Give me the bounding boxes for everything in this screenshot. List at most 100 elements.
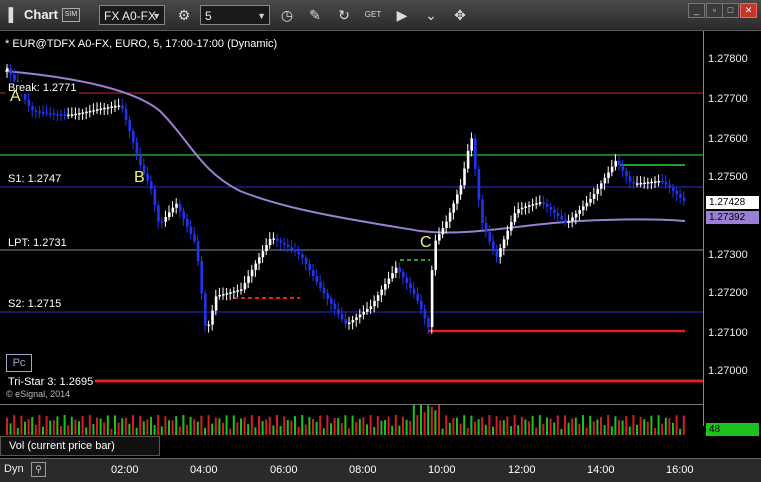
level-lpt-label: LPT: 1.2731 [6,237,69,249]
volume-bar [67,425,70,435]
volume-bar [513,415,516,435]
maximize-button[interactable]: □ [722,3,739,18]
volume-bar [682,415,685,435]
volume-bar [672,422,674,435]
volume-bar [621,420,624,435]
candle-body [387,278,391,284]
candle-body [672,187,675,191]
volume-bar [142,421,145,435]
volume-bar [571,418,574,435]
candle-body [675,190,679,195]
volume-bar [470,415,473,435]
volume-bar [675,415,678,435]
volume-bar [654,427,656,435]
volume-bar [373,426,376,435]
candle-body [182,211,185,220]
candle-body [301,254,304,258]
refresh-icon[interactable]: ↻ [334,5,354,25]
cursor-icon[interactable]: ✥ [450,5,470,25]
candle-body [448,212,452,222]
close-button[interactable]: ✕ [740,3,757,18]
interval-field[interactable]: 5 ▼ [200,5,270,25]
get-icon[interactable]: GET [363,5,383,25]
candle-body [592,194,596,199]
price-label: 1.27200 [708,287,748,299]
volume-bar [632,415,635,435]
symbol-field[interactable]: FX A0-FX ▼ [99,5,165,25]
volume-bar [189,416,192,435]
candle-body [222,294,225,296]
candle-body [319,281,322,288]
candle-body [258,257,261,264]
candle-body [394,267,398,274]
volume-bar [42,426,44,435]
candle-body [589,198,592,203]
candle-body [168,212,171,218]
volume-bar [607,415,610,435]
volume-bar [312,418,314,435]
point-a-label: A [10,88,21,105]
volume-bar [646,421,649,435]
candle-body [204,293,207,326]
candle-body [200,261,203,294]
candle-body [445,221,448,229]
candle-body [520,207,524,210]
candle-body [531,204,535,206]
volume-bar [441,428,444,435]
volume-bar [297,426,300,435]
candle-body [232,291,236,293]
dropdown-icon[interactable]: ⌄ [421,5,441,25]
volume-bar [146,419,149,435]
volume-bar [13,415,16,435]
level-s2-label: S2: 1.2715 [6,298,64,310]
pin-button[interactable]: ▫ [706,3,723,18]
candle-body [67,114,70,116]
volume-bar [542,423,545,435]
volume-bar [560,428,563,435]
candle-body [524,206,527,208]
candle-body [636,183,639,185]
volume-bar [427,405,430,435]
chart-icon[interactable]: ▐ [4,6,13,24]
volume-bar [391,425,394,435]
chart-svg [0,64,703,383]
minimize-button[interactable]: _ [688,3,705,18]
price-label: 1.27000 [708,365,748,377]
candle-body [315,276,319,282]
volume-bar [495,416,498,435]
volume-bar [160,426,163,435]
zoom-icon[interactable]: ⚲ [31,462,46,477]
volume-value-badge: 48 [706,423,759,436]
gear-icon[interactable]: ⚙ [174,5,194,25]
candle-body [391,273,394,279]
volume-bar [502,420,505,435]
candle-body [502,239,506,249]
volume-bar [232,415,235,435]
volume-bar [31,417,34,435]
volume-bar [60,426,62,435]
volume-bar [110,428,113,435]
volume-bar [52,420,55,435]
candle-body [470,138,473,151]
volume-bar [322,428,325,435]
play-icon[interactable]: ▶ [392,5,412,25]
clock-icon[interactable]: ◷ [277,5,297,25]
volume-bar [124,417,127,435]
volume-bar [477,419,480,435]
candle-body [628,176,632,182]
candle-body [236,290,239,292]
candles-group [6,64,686,335]
candle-body [477,168,481,200]
candle-body [265,245,268,252]
volume-bar [531,415,534,435]
volume-bar [70,416,73,435]
last-price-badge: 1.27428 [706,196,759,209]
volume-bar [420,405,422,435]
volume-bar [279,425,282,435]
volume-bar [636,424,638,435]
pc-button[interactable]: Pc [6,354,32,372]
candle-body [229,292,232,294]
candle-body [272,238,275,240]
candle-body [600,183,603,189]
pencil-icon[interactable]: ✎ [305,5,325,25]
